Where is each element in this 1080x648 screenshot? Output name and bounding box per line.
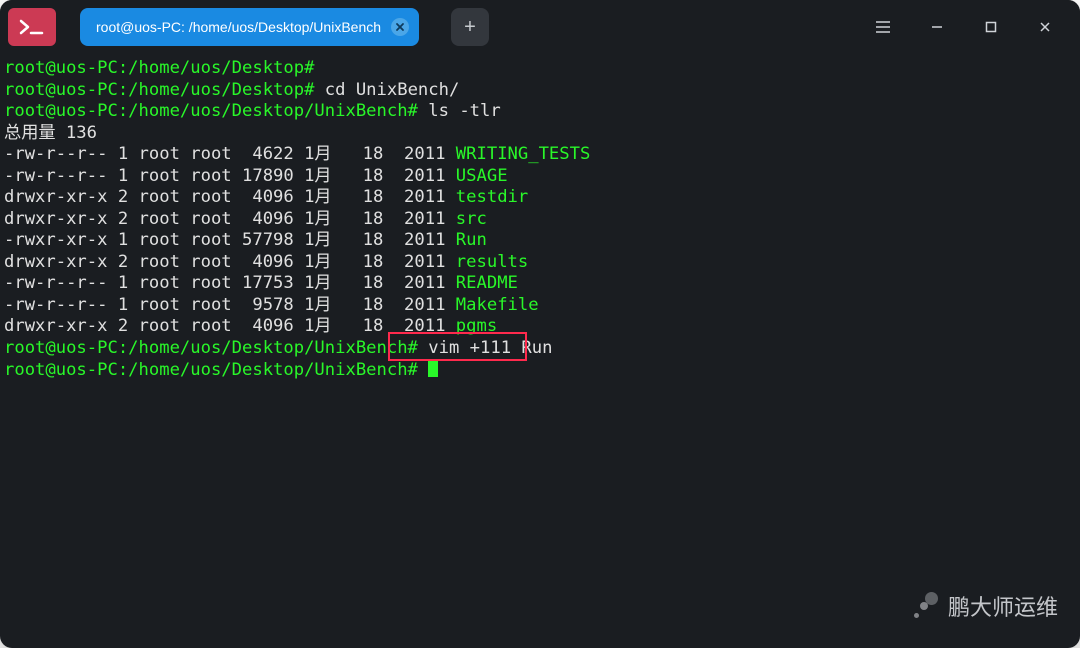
- menu-button[interactable]: [856, 0, 910, 54]
- app-icon: [8, 8, 56, 46]
- watermark: 鹏大师运维: [910, 590, 1058, 622]
- close-button[interactable]: [1018, 0, 1072, 54]
- tab-close-button[interactable]: [391, 18, 409, 36]
- terminal-window: root@uos-PC: /home/uos/Desktop/UnixBench…: [0, 0, 1080, 648]
- minimize-button[interactable]: [910, 0, 964, 54]
- terminal-output[interactable]: root@uos-PC:/home/uos/Desktop# root@uos-…: [0, 58, 1080, 648]
- watermark-text: 鹏大师运维: [948, 590, 1058, 622]
- new-tab-button[interactable]: +: [451, 8, 489, 46]
- tab-title: root@uos-PC: /home/uos/Desktop/UnixBench: [96, 19, 381, 35]
- wechat-icon: [910, 592, 938, 620]
- tab-active[interactable]: root@uos-PC: /home/uos/Desktop/UnixBench: [80, 8, 419, 46]
- window-controls: [856, 0, 1072, 54]
- plus-icon: +: [464, 16, 476, 39]
- maximize-button[interactable]: [964, 0, 1018, 54]
- titlebar: root@uos-PC: /home/uos/Desktop/UnixBench…: [0, 0, 1080, 54]
